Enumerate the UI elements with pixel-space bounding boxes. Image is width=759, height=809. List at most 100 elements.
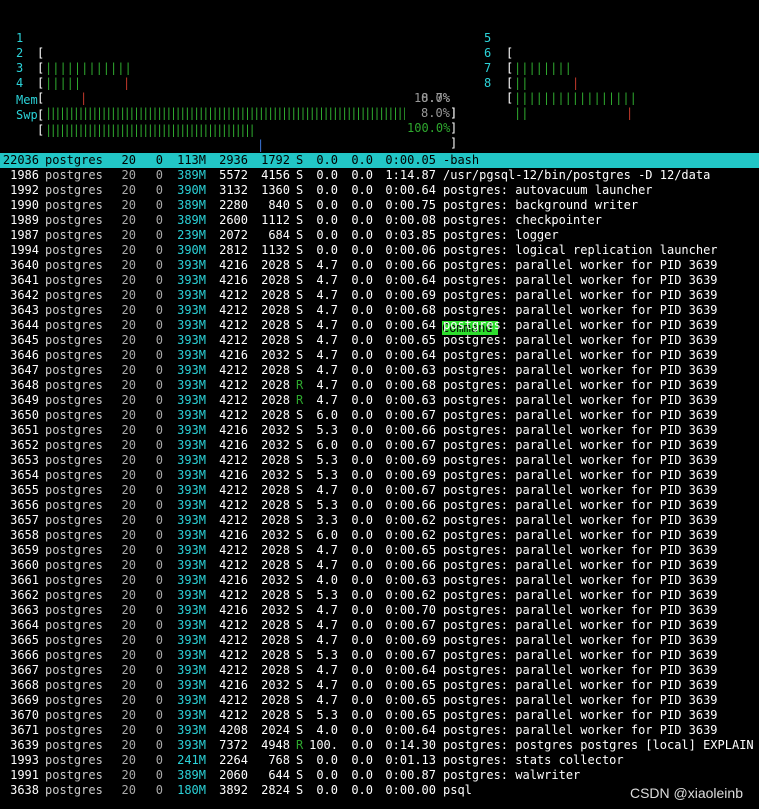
cell-time: 0:00.65 (385, 708, 436, 722)
cell-cmd: postgres: stats collector (443, 753, 624, 767)
table-row[interactable]: 3665 postgres 20 0 393M 4212 2028 S 4.7 0.0 0:00.6… (0, 633, 759, 648)
table-row[interactable]: 1991 postgres 20 0 389M 2060 644 S 0.0 0.0 0:00.87… (0, 768, 759, 783)
cell-user: postgres (45, 438, 103, 452)
cell-cmd: postgres: logical replication launcher (443, 243, 718, 257)
cell-pid: 3639 (10, 738, 39, 752)
cell-res: 4212 (219, 648, 248, 662)
cell-shr: 2028 (261, 378, 290, 392)
table-row[interactable]: 3646 postgres 20 0 393M 4216 2032 S 4.7 0.0 0:00.6… (0, 348, 759, 363)
table-row[interactable]: 3654 postgres 20 0 393M 4216 2032 S 5.3 0.0 0:00.6… (0, 468, 759, 483)
bracket-close: ] (450, 121, 458, 135)
table-row[interactable]: 3642 postgres 20 0 393M 4212 2028 S 4.7 0.0 0:00.6… (0, 288, 759, 303)
cell-ni: 0 (155, 558, 163, 572)
cell-virt: 393M (177, 423, 206, 437)
cell-pid: 3652 (10, 438, 39, 452)
cell-cpu: 5.3 (316, 468, 338, 482)
cell-time: 0:00.68 (385, 378, 436, 392)
table-row[interactable]: 3670 postgres 20 0 393M 4212 2028 S 5.3 0.0 0:00.6… (0, 708, 759, 723)
table-row[interactable]: 3658 postgres 20 0 393M 4216 2032 S 6.0 0.0 0:00.6… (0, 528, 759, 543)
table-row[interactable]: 3661 postgres 20 0 393M 4216 2032 S 4.0 0.0 0:00.6… (0, 573, 759, 588)
cell-pri: 20 (121, 198, 136, 212)
table-row[interactable]: 3650 postgres 20 0 393M 4212 2028 S 6.0 0.0 0:00.6… (0, 408, 759, 423)
cell-user: postgres (45, 678, 103, 692)
table-row[interactable]: 3639 postgres 20 0 393M 7372 4948 R 100. 0.0 0:14.… (0, 738, 759, 753)
cpu-percent: 100.0% (407, 121, 451, 135)
table-row[interactable]: 3659 postgres 20 0 393M 4212 2028 S 4.7 0.0 0:00.6… (0, 543, 759, 558)
cell-user: postgres (45, 723, 103, 737)
cell-pri: 20 (121, 348, 136, 362)
table-row[interactable]: 3657 postgres 20 0 393M 4212 2028 S 3.3 0.0 0:00.6… (0, 513, 759, 528)
table-row[interactable]: 3644 postgres 20 0 393M 4212 2028 S 4.7 0.0 0:00.6… (0, 318, 759, 333)
cell-cpu: 4.7 (316, 633, 338, 647)
table-row[interactable]: 1987 postgres 20 0 239M 2072 684 S 0.0 0.0 0:03.85… (0, 228, 759, 243)
table-row[interactable]: 1994 postgres 20 0 390M 2812 1132 S 0.0 0.0 0:00.0… (0, 243, 759, 258)
cell-time: 0:00.70 (385, 603, 436, 617)
cell-virt: 180M (177, 783, 206, 797)
table-row[interactable]: 3640 postgres 20 0 393M 4216 2028 S 4.7 0.0 0:00.6… (0, 258, 759, 273)
cell-user: postgres (45, 708, 103, 722)
cell-pri: 20 (121, 153, 136, 167)
table-row[interactable]: 3663 postgres 20 0 393M 4216 2032 S 4.7 0.0 0:00.7… (0, 603, 759, 618)
table-row[interactable]: 3656 postgres 20 0 393M 4212 2028 S 5.3 0.0 0:00.6… (0, 498, 759, 513)
cell-pri: 20 (121, 483, 136, 497)
cell-pid: 3638 (10, 783, 39, 797)
cell-time: 0:00.66 (385, 423, 436, 437)
table-row[interactable]: 3643 postgres 20 0 393M 4212 2028 S 4.7 0.0 0:00.6… (0, 303, 759, 318)
cell-time: 0:00.87 (385, 768, 436, 782)
cell-res: 4216 (219, 423, 248, 437)
cell-s: S (296, 183, 304, 197)
cell-virt: 239M (177, 228, 206, 242)
table-row[interactable]: 3669 postgres 20 0 393M 4212 2028 S 4.7 0.0 0:00.6… (0, 693, 759, 708)
cell-cmd: postgres: checkpointer (443, 213, 602, 227)
cell-pri: 20 (121, 543, 136, 557)
cell-cpu: 0.0 (316, 198, 338, 212)
table-row[interactable]: 3668 postgres 20 0 393M 4216 2032 S 4.7 0.0 0:00.6… (0, 678, 759, 693)
cpu-percent: 0.0% (421, 91, 450, 105)
table-row[interactable]: 3647 postgres 20 0 393M 4212 2028 S 4.7 0.0 0:00.6… (0, 363, 759, 378)
cell-pid: 1986 (10, 168, 39, 182)
table-row-selected[interactable]: 22036 postgres 20 0 113M 2936 1792 S 0.0 0.0 0:00.… (0, 153, 759, 168)
table-row[interactable]: 3653 postgres 20 0 393M 4212 2028 S 5.3 0.0 0:00.6… (0, 453, 759, 468)
cell-res: 3892 (219, 783, 248, 797)
table-row[interactable]: 3671 postgres 20 0 393M 4208 2024 S 4.0 0.0 0:00.6… (0, 723, 759, 738)
cell-shr: 2032 (261, 678, 290, 692)
cell-mem: 0.0 (351, 213, 373, 227)
cell-s: S (296, 438, 304, 452)
cell-res: 4212 (219, 588, 248, 602)
table-row[interactable]: 1993 postgres 20 0 241M 2264 768 S 0.0 0.0 0:01.13… (0, 753, 759, 768)
cell-virt: 393M (177, 468, 206, 482)
cell-shr: 768 (268, 753, 290, 767)
table-row[interactable]: 3667 postgres 20 0 393M 4212 2028 S 4.7 0.0 0:00.6… (0, 663, 759, 678)
cell-user: postgres (45, 543, 103, 557)
table-row[interactable]: 3666 postgres 20 0 393M 4212 2028 S 5.3 0.0 0:00.6… (0, 648, 759, 663)
table-row[interactable]: 1986 postgres 20 0 389M 5572 4156 S 0.0 0.0 1:14.8… (0, 168, 759, 183)
table-row[interactable]: 3649 postgres 20 0 393M 4212 2028 R 4.7 0.0 0:00.6… (0, 393, 759, 408)
table-row[interactable]: 1989 postgres 20 0 389M 2600 1112 S 0.0 0.0 0:00.0… (0, 213, 759, 228)
table-row[interactable]: 3651 postgres 20 0 393M 4216 2032 S 5.3 0.0 0:00.6… (0, 423, 759, 438)
cell-res: 2812 (219, 243, 248, 257)
cell-ni: 0 (155, 303, 163, 317)
cell-pri: 20 (121, 528, 136, 542)
cell-pri: 20 (121, 213, 136, 227)
cell-user: postgres (45, 258, 103, 272)
table-row[interactable]: 3655 postgres 20 0 393M 4212 2028 S 4.7 0.0 0:00.6… (0, 483, 759, 498)
cell-shr: 2028 (261, 483, 290, 497)
table-row[interactable]: 3652 postgres 20 0 393M 4216 2032 S 6.0 0.0 0:00.6… (0, 438, 759, 453)
table-row[interactable]: 3641 postgres 20 0 393M 4216 2028 S 4.7 0.0 0:00.6… (0, 273, 759, 288)
htop-terminal[interactable]: 1 [ |||||||||||| | 18.7% ] 2 [ ||||| | 8… (0, 0, 759, 809)
mem-meter: Mem [ ||||||||||||||||||||||||||||||||||… (0, 78, 759, 167)
cell-cmd: postgres: parallel worker for PID 3639 (443, 363, 718, 377)
cell-s: S (296, 228, 304, 242)
table-row[interactable]: 3662 postgres 20 0 393M 4212 2028 S 5.3 0.0 0:00.6… (0, 588, 759, 603)
cell-virt: 393M (177, 498, 206, 512)
cell-pri: 20 (121, 588, 136, 602)
table-row[interactable]: 3660 postgres 20 0 393M 4212 2028 S 4.7 0.0 0:00.6… (0, 558, 759, 573)
cell-cmd: postgres: parallel worker for PID 3639 (443, 603, 718, 617)
cell-virt: 393M (177, 693, 206, 707)
table-row[interactable]: 1992 postgres 20 0 390M 3132 1360 S 0.0 0.0 0:00.6… (0, 183, 759, 198)
cell-s: S (296, 573, 304, 587)
table-row[interactable]: 3648 postgres 20 0 393M 4212 2028 R 4.7 0.0 0:00.6… (0, 378, 759, 393)
table-row[interactable]: 3645 postgres 20 0 393M 4212 2028 S 4.7 0.0 0:00.6… (0, 333, 759, 348)
table-row[interactable]: 1990 postgres 20 0 389M 2280 840 S 0.0 0.0 0:00.75… (0, 198, 759, 213)
table-row[interactable]: 3664 postgres 20 0 393M 4212 2028 S 4.7 0.0 0:00.6… (0, 618, 759, 633)
